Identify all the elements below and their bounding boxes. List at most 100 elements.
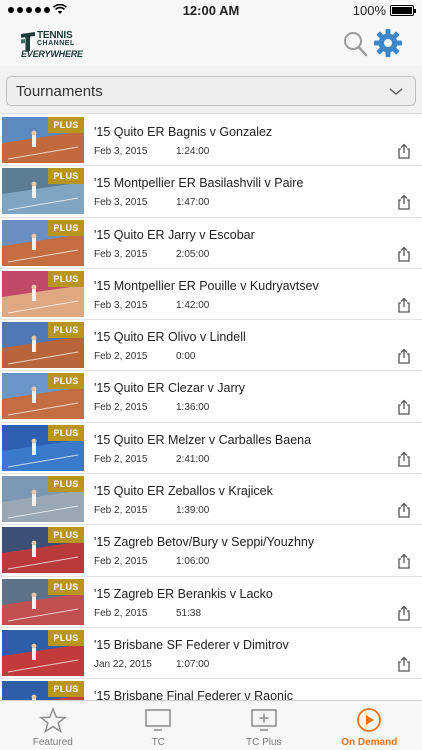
video-thumbnail[interactable]: PLUS <box>2 476 84 523</box>
tab-label: Featured <box>32 737 73 748</box>
video-title: '15 Quito ER Clezar v Jarry <box>94 381 246 396</box>
video-date: Feb 2, 2015 <box>94 505 148 517</box>
video-thumbnail[interactable]: PLUS <box>2 322 84 369</box>
video-row[interactable]: PLUS '15 Quito ER Melzer v Carballes Baen… <box>0 423 422 475</box>
video-duration: 51:38 <box>176 607 202 619</box>
video-row[interactable]: PLUS '15 Montpellier ER Pouille v Kudryav… <box>0 269 422 321</box>
video-row[interactable]: PLUS '15 Brisbane SF Federer v Dimitrov Ja… <box>0 628 422 680</box>
video-row[interactable]: PLUS '15 Zagreb ER Berankis v Lacko Feb 2,… <box>0 577 422 628</box>
video-row[interactable]: PLUS '15 Quito ER Olivo v Lindell Feb 2, 2… <box>0 320 422 372</box>
tv-plus-icon <box>251 709 277 731</box>
plus-badge: PLUS <box>48 681 84 698</box>
video-thumbnail[interactable]: PLUS <box>2 681 84 700</box>
video-row[interactable]: PLUS '15 Brisbane Final Federer v Raonic <box>0 679 422 700</box>
video-date: Feb 2, 2015 <box>94 556 148 568</box>
plus-badge: PLUS <box>48 270 84 287</box>
tab-label: On Demand <box>341 737 398 748</box>
share-icon[interactable] <box>396 143 412 159</box>
search-icon[interactable] <box>342 30 368 58</box>
video-thumbnail[interactable]: PLUS <box>2 527 84 574</box>
video-row[interactable]: PLUS '15 Quito ER Jarry v Escobar Feb 3, 2… <box>0 218 422 269</box>
app-header: TENNIS CHANNEL EVERYWHERE <box>0 22 422 66</box>
share-icon[interactable] <box>396 348 412 364</box>
share-icon[interactable] <box>396 553 412 570</box>
video-row[interactable]: PLUS '15 Quito ER Clezar v Jarry Feb 2, 20… <box>0 371 422 423</box>
plus-badge: PLUS <box>48 117 84 133</box>
video-list: PLUS '15 Quito ER Bagnis v Gonzalez Feb 3,… <box>0 115 422 700</box>
video-duration: 1:06:00 <box>176 556 210 568</box>
video-thumbnail[interactable]: PLUS <box>2 629 84 676</box>
video-title: '15 Quito ER Bagnis v Gonzalez <box>94 125 273 139</box>
video-title: '15 Brisbane Final Federer v Raonic <box>94 689 294 700</box>
video-date: Feb 2, 2015 <box>94 453 148 465</box>
status-bar: 12:00 AM 100% <box>0 0 422 22</box>
video-title: '15 Montpellier ER Basilashvili v Paire <box>94 176 304 191</box>
tv-icon <box>145 709 171 731</box>
tab-featured[interactable]: Featured <box>0 701 106 750</box>
video-date: Feb 2, 2015 <box>94 351 148 363</box>
video-date: Feb 3, 2015 <box>94 197 148 209</box>
video-thumbnail[interactable]: PLUS <box>2 424 84 471</box>
plus-badge: PLUS <box>48 424 84 441</box>
tab-tc-plus[interactable]: TC Plus <box>211 701 317 750</box>
share-icon[interactable] <box>396 451 412 467</box>
share-icon[interactable] <box>396 656 412 672</box>
video-duration: 2:05:00 <box>176 248 210 260</box>
plus-badge: PLUS <box>48 168 84 185</box>
video-duration: 1:39:00 <box>176 505 210 517</box>
video-title: '15 Brisbane SF Federer v Dimitrov <box>94 637 289 652</box>
video-thumbnail[interactable]: PLUS <box>2 168 84 215</box>
video-title: '15 Zagreb Betov/Bury v Seppi/Youzhny <box>94 535 315 550</box>
dropdown-selected-value: Tournaments <box>16 83 103 100</box>
video-thumbnail[interactable]: PLUS <box>2 578 84 625</box>
video-date: Feb 2, 2015 <box>94 607 148 619</box>
plus-badge: PLUS <box>48 476 84 493</box>
video-title: '15 Quito ER Zeballos v Krajicek <box>94 484 273 499</box>
share-icon[interactable] <box>396 502 412 518</box>
star-icon <box>38 707 67 733</box>
video-duration: 2:41:00 <box>176 453 210 465</box>
video-row[interactable]: PLUS '15 Montpellier ER Basilashvili v Pa… <box>0 166 422 218</box>
video-title: '15 Zagreb ER Berankis v Lacko <box>94 586 273 601</box>
video-row[interactable]: PLUS '15 Quito ER Zeballos v Krajicek Feb … <box>0 474 422 526</box>
tab-label: TC Plus <box>245 737 282 748</box>
video-duration: 0:00 <box>176 351 196 363</box>
video-thumbnail[interactable]: PLUS <box>2 117 84 163</box>
chevron-down-icon <box>389 88 403 95</box>
share-icon[interactable] <box>396 399 412 416</box>
share-icon[interactable] <box>396 297 412 313</box>
tab-tc[interactable]: TC <box>106 701 212 750</box>
logo-text-channel: CHANNEL <box>37 40 75 47</box>
video-date: Feb 3, 2015 <box>94 299 148 311</box>
share-icon[interactable] <box>396 605 412 621</box>
play-circle-icon <box>357 708 382 732</box>
video-row[interactable]: PLUS '15 Quito ER Bagnis v Gonzalez Feb 3,… <box>0 115 422 167</box>
video-duration: 1:24:00 <box>176 146 210 157</box>
video-row[interactable]: PLUS '15 Zagreb Betov/Bury v Seppi/Youzhn… <box>0 525 422 577</box>
video-date: Feb 3, 2015 <box>94 248 148 260</box>
plus-badge: PLUS <box>48 322 84 339</box>
video-duration: 1:36:00 <box>176 402 210 414</box>
video-title: '15 Montpellier ER Pouille v Kudryavtsev <box>94 278 319 293</box>
tournaments-dropdown[interactable]: Tournaments <box>6 76 416 106</box>
video-thumbnail[interactable]: PLUS <box>2 219 84 266</box>
tab-bar: Featured TC TC Plus On Demand <box>0 700 422 750</box>
video-duration: 1:42:00 <box>176 299 210 311</box>
video-duration: 1:47:00 <box>176 197 210 209</box>
plus-badge: PLUS <box>48 219 84 236</box>
gear-icon[interactable] <box>373 28 403 58</box>
share-icon[interactable] <box>396 194 412 210</box>
share-icon[interactable] <box>396 246 412 262</box>
video-thumbnail[interactable]: PLUS <box>2 373 84 420</box>
video-thumbnail[interactable]: PLUS <box>2 270 84 317</box>
tennis-channel-logo[interactable]: TENNIS CHANNEL EVERYWHERE <box>20 29 83 59</box>
plus-badge: PLUS <box>48 527 84 544</box>
video-date: Feb 2, 2015 <box>94 402 148 414</box>
video-title: '15 Quito ER Melzer v Carballes Baena <box>94 432 312 447</box>
video-title: '15 Quito ER Jarry v Escobar <box>94 227 255 242</box>
tab-on-demand[interactable]: On Demand <box>317 701 422 750</box>
logo-text-everywhere: EVERYWHERE <box>21 49 83 59</box>
video-title: '15 Quito ER Olivo v Lindell <box>94 330 246 345</box>
video-duration: 1:07:00 <box>176 658 210 670</box>
battery-percent: 100% <box>352 3 386 18</box>
